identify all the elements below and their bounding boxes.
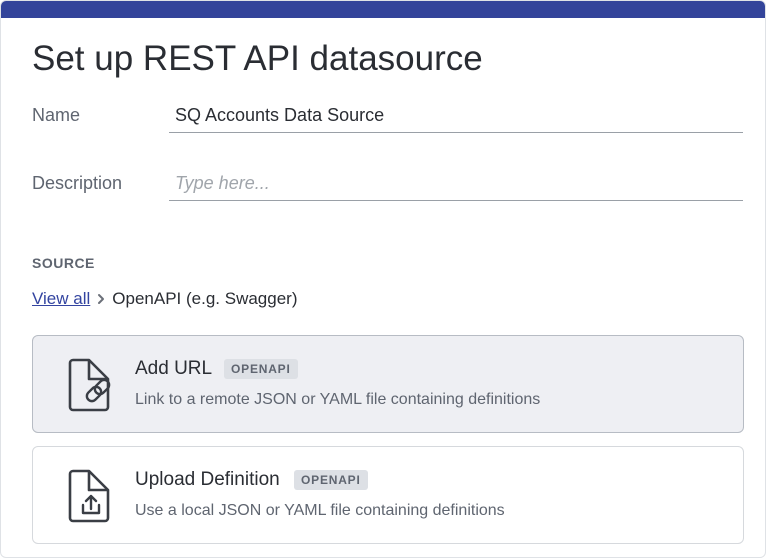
breadcrumb: View all OpenAPI (e.g. Swagger)	[32, 288, 298, 310]
openapi-badge: OPENAPI	[294, 470, 368, 490]
breadcrumb-current: OpenAPI (e.g. Swagger)	[112, 289, 298, 308]
name-input[interactable]	[169, 99, 743, 133]
source-section-label: SOURCE	[32, 255, 95, 271]
upload-definition-option[interactable]: Upload Definition OPENAPI Use a local JS…	[32, 446, 744, 544]
upload-definition-description: Use a local JSON or YAML file containing…	[135, 502, 505, 519]
name-label: Name	[32, 105, 81, 125]
datasource-setup-panel: Set up REST API datasource Name Descript…	[0, 0, 766, 558]
upload-definition-title: Upload Definition	[135, 469, 280, 490]
add-url-description: Link to a remote JSON or YAML file conta…	[135, 391, 541, 408]
chevron-right-icon	[90, 293, 112, 305]
file-upload-icon	[67, 469, 115, 523]
description-input[interactable]	[169, 167, 743, 201]
description-label: Description	[32, 173, 123, 193]
view-all-link[interactable]: View all	[32, 289, 90, 309]
file-link-icon	[67, 358, 115, 412]
openapi-badge: OPENAPI	[224, 359, 298, 379]
page-title: Set up REST API datasource	[32, 39, 483, 78]
add-url-option[interactable]: Add URL OPENAPI Link to a remote JSON or…	[32, 335, 744, 433]
add-url-title: Add URL	[135, 358, 213, 379]
top-accent-bar	[1, 1, 765, 18]
